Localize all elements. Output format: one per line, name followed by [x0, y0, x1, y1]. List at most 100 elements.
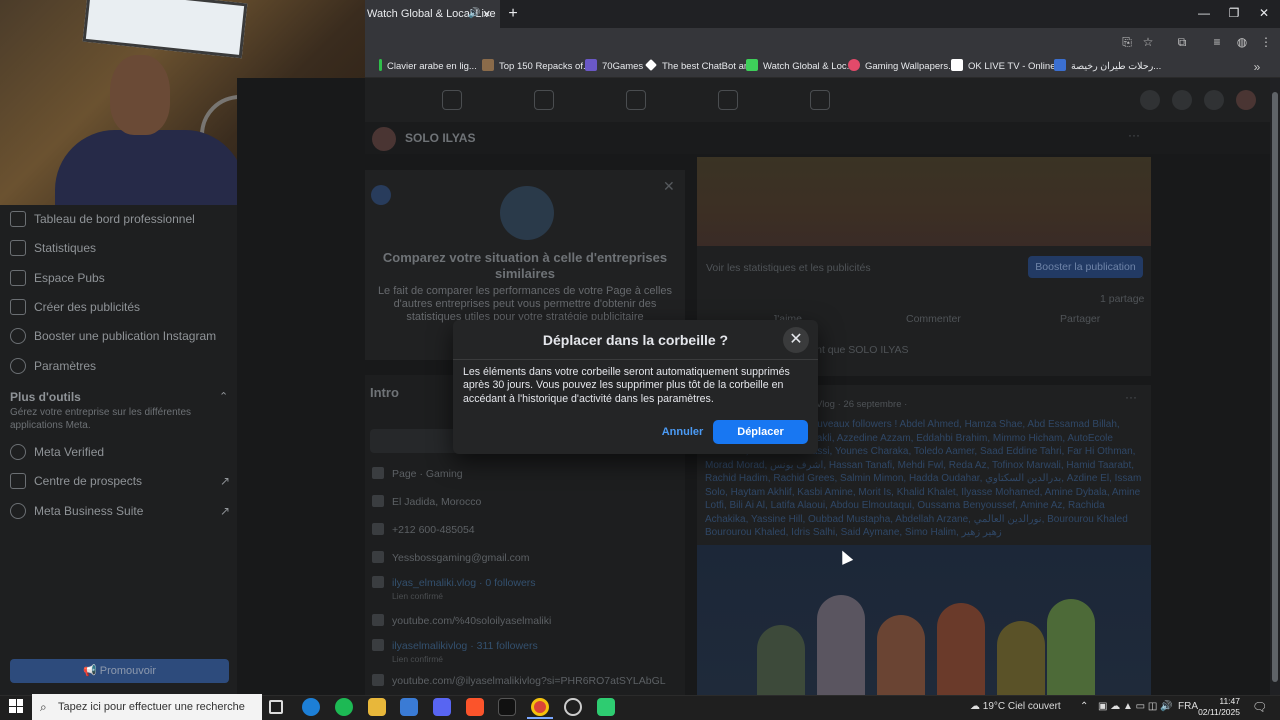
- clock-time: 11:47: [1219, 696, 1240, 706]
- edge-icon[interactable]: [302, 698, 320, 716]
- spotify-icon[interactable]: [335, 698, 353, 716]
- close-icon[interactable]: ✕: [783, 327, 809, 353]
- info-instagram-link[interactable]: ilyas_elmaliki.vlog · 0 followers: [372, 575, 536, 591]
- info-instagram-link-2[interactable]: ilyaselmalikivlog · 311 followers: [372, 638, 538, 654]
- sidebar-item-insights[interactable]: Statistiques: [10, 237, 96, 259]
- info-youtube-link-2[interactable]: youtube.com/@ilyaselmalikivlog?si=PHR6RO…: [372, 673, 666, 689]
- bookmark-star-icon[interactable]: ☆: [1139, 33, 1157, 51]
- media-control-icon[interactable]: ≡: [1208, 33, 1226, 51]
- sidebar-item-meta-verified[interactable]: Meta Verified: [10, 441, 104, 463]
- share-button[interactable]: Partager: [1060, 313, 1100, 325]
- messenger-icon[interactable]: [1172, 90, 1192, 110]
- chevron-up-icon[interactable]: ⌃: [219, 390, 228, 403]
- instagram-icon: [372, 639, 384, 651]
- restore-icon[interactable]: ❐: [1224, 4, 1244, 24]
- instagram-icon: [372, 576, 384, 588]
- apps-grid-icon[interactable]: [1140, 90, 1160, 110]
- bookmark-item[interactable]: 70Games: [585, 59, 643, 75]
- account-avatar[interactable]: [1236, 90, 1256, 110]
- diamond-icon: [500, 186, 554, 240]
- file-explorer-icon[interactable]: [368, 698, 386, 716]
- bookmark-item[interactable]: Top 150 Repacks of...: [482, 59, 591, 75]
- obs-icon[interactable]: [564, 698, 582, 716]
- calendar-icon[interactable]: [810, 90, 830, 110]
- comment-button[interactable]: Commenter: [906, 313, 961, 325]
- taskbar-clock[interactable]: 11:47 02/11/2025: [1198, 696, 1240, 718]
- clock-date: 02/11/2025: [1198, 707, 1240, 717]
- webcam-person-head: [110, 55, 170, 135]
- sidebar-item-boost-instagram[interactable]: Booster une publication Instagram: [10, 325, 216, 347]
- windows-start-icon[interactable]: [9, 699, 23, 713]
- sidebar-item-create-ads[interactable]: Créer des publicités: [10, 296, 140, 318]
- stats-link[interactable]: Voir les statistiques et les publicités: [706, 262, 871, 274]
- tray-icons[interactable]: ▣ ☁ ▲ ▭ ◫ 🔊: [1098, 698, 1173, 716]
- info-youtube-link[interactable]: youtube.com/%40soloilyaselmaliki: [372, 613, 551, 629]
- tray-chevron-icon[interactable]: ⌃: [1080, 698, 1088, 716]
- menu-dots-icon[interactable]: ⋮: [1257, 33, 1275, 51]
- link-icon: [372, 674, 384, 686]
- browser-tab[interactable]: Watch Global & Local Live 🔊 ×: [365, 0, 500, 28]
- bookmark-item[interactable]: رحلات طيران رخيصة...: [1054, 59, 1161, 75]
- app-icon[interactable]: [597, 698, 615, 716]
- megaphone-icon: [10, 270, 26, 286]
- bookmark-item[interactable]: OK LIVE TV - Online...: [951, 59, 1063, 75]
- cancel-button[interactable]: Annuler: [660, 421, 705, 443]
- brave-icon[interactable]: [466, 698, 484, 716]
- speaker-icon[interactable]: 🔊: [468, 0, 480, 28]
- close-window-icon[interactable]: ✕: [1254, 4, 1274, 24]
- chart-icon[interactable]: [626, 90, 646, 110]
- discord-icon[interactable]: [433, 698, 451, 716]
- bookmark-item[interactable]: Clavier arabe en lig...: [379, 59, 477, 75]
- sidebar-item-settings[interactable]: Paramètres: [10, 355, 96, 377]
- scrollbar-thumb[interactable]: [1272, 92, 1278, 682]
- promote-button[interactable]: 📢 Promouvoir: [10, 659, 229, 683]
- task-view-icon[interactable]: [269, 700, 283, 714]
- bell-icon[interactable]: [1204, 90, 1224, 110]
- chart-icon: [10, 240, 26, 256]
- dashboard-icon: [10, 211, 26, 227]
- profile-icon[interactable]: ◍: [1233, 33, 1251, 51]
- post-options-icon[interactable]: ···: [1125, 390, 1137, 404]
- compare-title: Comparez votre situation à celle d'entre…: [382, 250, 668, 281]
- more-bookmarks-icon[interactable]: »: [1248, 58, 1266, 76]
- boost-post-button[interactable]: Booster la publication: [1028, 256, 1143, 278]
- weather-widget[interactable]: ☁ 19°C Ciel couvert: [970, 698, 1061, 716]
- shares-count[interactable]: 1 partage: [1100, 293, 1144, 305]
- close-icon[interactable]: ✕: [663, 178, 675, 195]
- store-icon[interactable]: [400, 698, 418, 716]
- facebook-logo-icon: [371, 185, 391, 205]
- language-indicator[interactable]: FRA: [1178, 698, 1198, 716]
- tiktok-icon[interactable]: [498, 698, 516, 716]
- extensions-icon[interactable]: ⧉: [1173, 33, 1191, 51]
- taskbar-search-input[interactable]: ⌕ Tapez ici pour effectuer une recherche: [32, 694, 262, 720]
- page-avatar[interactable]: [372, 127, 396, 151]
- leads-icon: [10, 473, 26, 489]
- bookmark-favicon-icon: [585, 59, 597, 71]
- minimize-icon[interactable]: —: [1194, 4, 1214, 24]
- sidebar-item-business-suite[interactable]: Meta Business Suite ↗: [10, 500, 230, 522]
- chrome-icon[interactable]: [531, 698, 549, 716]
- megaphone-icon[interactable]: [718, 90, 738, 110]
- bookmark-item[interactable]: Watch Global & Loc...: [746, 59, 855, 75]
- new-tab-button[interactable]: +: [503, 4, 523, 24]
- more-options-icon[interactable]: ···: [1128, 128, 1140, 142]
- flag-icon[interactable]: [534, 90, 554, 110]
- home-icon[interactable]: [442, 90, 462, 110]
- notification-icon[interactable]: 🗨: [1252, 698, 1267, 716]
- sidebar-item-dashboard[interactable]: Tableau de bord professionnel: [10, 208, 195, 230]
- install-app-icon[interactable]: ⎘: [1118, 33, 1136, 51]
- tab-close-icon[interactable]: ×: [483, 0, 491, 28]
- bookmark-favicon-icon: [746, 59, 758, 71]
- external-link-icon: ↗: [219, 474, 230, 488]
- cloud-icon: ☁: [970, 701, 983, 712]
- sidebar-item-leads-center[interactable]: Centre de prospects ↗: [10, 470, 230, 492]
- mail-icon: [372, 551, 384, 563]
- phone-icon: [372, 523, 384, 535]
- bookmark-favicon-icon: [848, 59, 860, 71]
- bookmark-item[interactable]: Gaming Wallpapers...: [848, 59, 956, 75]
- instagram-icon: [10, 328, 26, 344]
- move-button[interactable]: Déplacer: [713, 420, 808, 444]
- info-confirmed-label: Lien confirmé: [392, 654, 444, 664]
- sidebar-item-ad-center[interactable]: Espace Pubs: [10, 267, 105, 289]
- bookmark-item[interactable]: The best ChatBot an...: [645, 59, 757, 75]
